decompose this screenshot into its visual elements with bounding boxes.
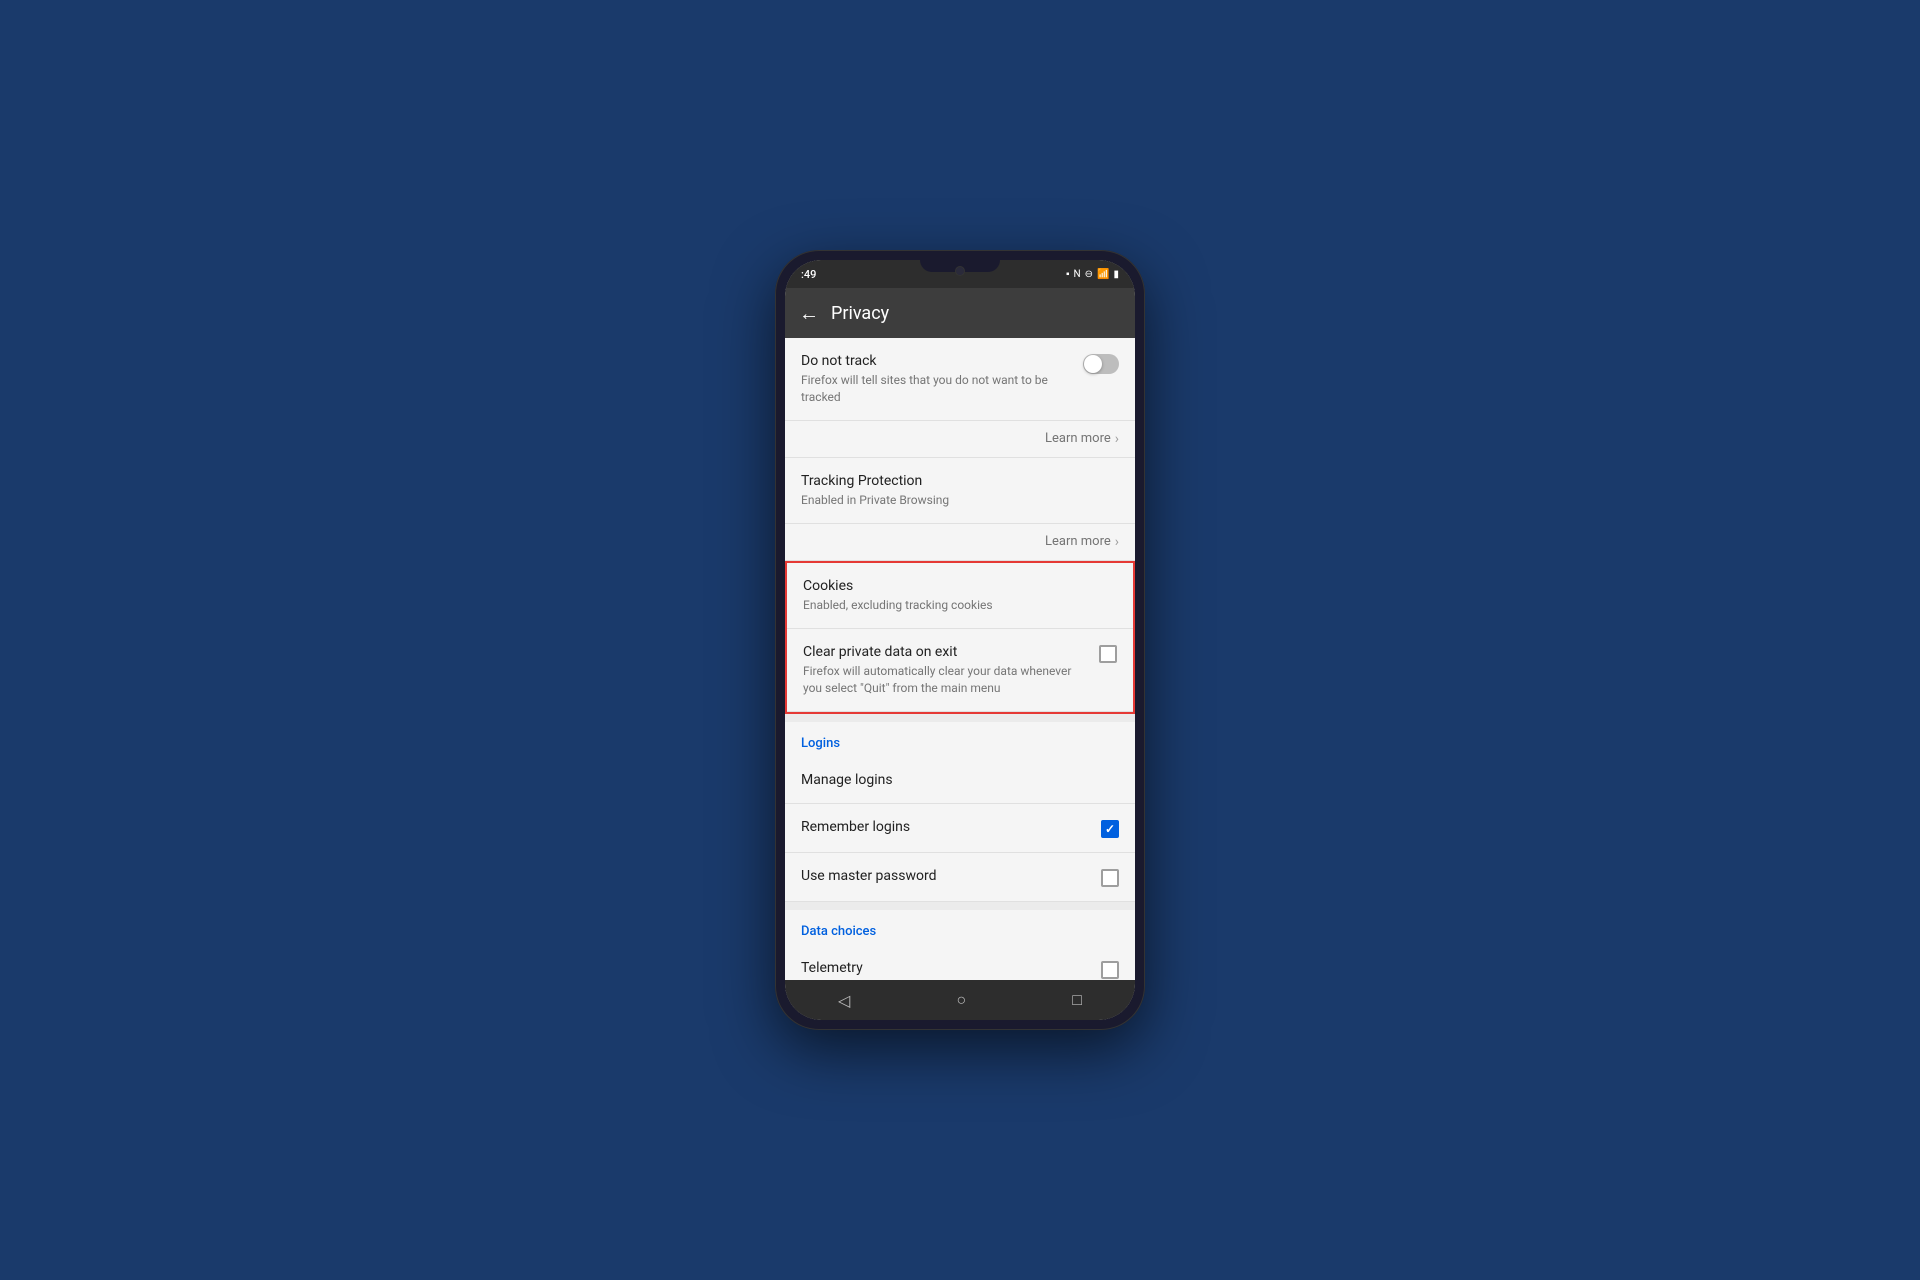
highlight-section: Cookies Enabled, excluding tracking cook… (785, 561, 1135, 714)
cookies-text: Cookies Enabled, excluding tracking cook… (803, 577, 1117, 614)
toggle-knob (1084, 355, 1102, 373)
toolbar: ← Privacy (785, 288, 1135, 338)
clear-private-data-item[interactable]: Clear private data on exit Firefox will … (787, 629, 1133, 712)
master-password-text: Use master password (801, 867, 1093, 885)
do-not-track-text: Do not track Firefox will tell sites tha… (801, 352, 1075, 406)
master-password-item[interactable]: Use master password (785, 853, 1135, 902)
chevron-right-icon-1: › (1115, 431, 1119, 447)
clear-private-data-subtitle: Firefox will automatically clear your da… (803, 663, 1091, 697)
do-not-track-item[interactable]: Do not track Firefox will tell sites tha… (785, 338, 1135, 421)
page-title: Privacy (831, 303, 889, 324)
divider-1 (785, 714, 1135, 722)
manage-logins-text: Manage logins (801, 771, 1119, 789)
nav-bar: ◁ ○ □ (785, 980, 1135, 1020)
master-password-checkbox[interactable] (1101, 869, 1119, 887)
tracking-protection-item[interactable]: Tracking Protection Enabled in Private B… (785, 458, 1135, 524)
remember-logins-title: Remember logins (801, 818, 1093, 836)
telemetry-title: Telemetry (801, 959, 1093, 977)
clear-private-data-title: Clear private data on exit (803, 643, 1091, 661)
mute-icon: ⊖ (1085, 269, 1093, 280)
phone-screen: :49 ▪ N ⊖ 📶 ▮ ← Privacy Do no (785, 260, 1135, 1020)
learn-more-label-2: Learn more (1045, 534, 1111, 549)
back-button[interactable]: ← (799, 301, 819, 326)
clear-private-data-checkbox[interactable] (1099, 645, 1117, 663)
tracking-protection-title: Tracking Protection (801, 472, 1119, 490)
status-icons: ▪ N ⊖ 📶 ▮ (1066, 269, 1119, 280)
do-not-track-learn-more[interactable]: Learn more › (785, 421, 1135, 458)
nav-back-icon[interactable]: ◁ (838, 991, 850, 1010)
data-choices-section-header: Data choices (785, 910, 1135, 945)
manage-logins-item[interactable]: Manage logins (785, 757, 1135, 804)
learn-more-label-1: Learn more (1045, 431, 1111, 446)
remember-logins-checkbox[interactable] (1101, 820, 1119, 838)
cookies-subtitle: Enabled, excluding tracking cookies (803, 597, 1117, 614)
telemetry-item[interactable]: Telemetry Shares performance, usage, har… (785, 945, 1135, 980)
logins-header-text: Logins (801, 736, 840, 751)
data-choices-header-text: Data choices (801, 924, 876, 939)
do-not-track-toggle[interactable] (1083, 354, 1119, 374)
do-not-track-subtitle: Firefox will tell sites that you do not … (801, 372, 1075, 406)
cookies-item[interactable]: Cookies Enabled, excluding tracking cook… (787, 563, 1133, 629)
screen: :49 ▪ N ⊖ 📶 ▮ ← Privacy Do no (785, 260, 1135, 1020)
tracking-protection-learn-more[interactable]: Learn more › (785, 524, 1135, 561)
status-time: :49 (801, 268, 816, 281)
logins-section-header: Logins (785, 722, 1135, 757)
manage-logins-title: Manage logins (801, 771, 1119, 789)
notification-icon: ▪ (1066, 269, 1070, 280)
signal-icon: 📶 (1097, 269, 1109, 280)
telemetry-checkbox[interactable] (1101, 961, 1119, 979)
nfc-icon: N (1074, 269, 1081, 280)
phone-device: :49 ▪ N ⊖ 📶 ▮ ← Privacy Do no (775, 250, 1145, 1030)
cookies-title: Cookies (803, 577, 1117, 595)
content-area: Do not track Firefox will tell sites tha… (785, 338, 1135, 980)
chevron-right-icon-2: › (1115, 534, 1119, 550)
phone-camera (955, 266, 965, 276)
tracking-protection-subtitle: Enabled in Private Browsing (801, 492, 1119, 509)
master-password-title: Use master password (801, 867, 1093, 885)
remember-logins-item[interactable]: Remember logins (785, 804, 1135, 853)
tracking-protection-text: Tracking Protection Enabled in Private B… (801, 472, 1119, 509)
divider-2 (785, 902, 1135, 910)
nav-home-icon[interactable]: ○ (956, 990, 966, 1010)
telemetry-text: Telemetry Shares performance, usage, har… (801, 959, 1093, 980)
nav-recents-icon[interactable]: □ (1072, 990, 1082, 1010)
remember-logins-text: Remember logins (801, 818, 1093, 836)
clear-private-data-text: Clear private data on exit Firefox will … (803, 643, 1091, 697)
do-not-track-title: Do not track (801, 352, 1075, 370)
battery-icon: ▮ (1113, 269, 1119, 280)
